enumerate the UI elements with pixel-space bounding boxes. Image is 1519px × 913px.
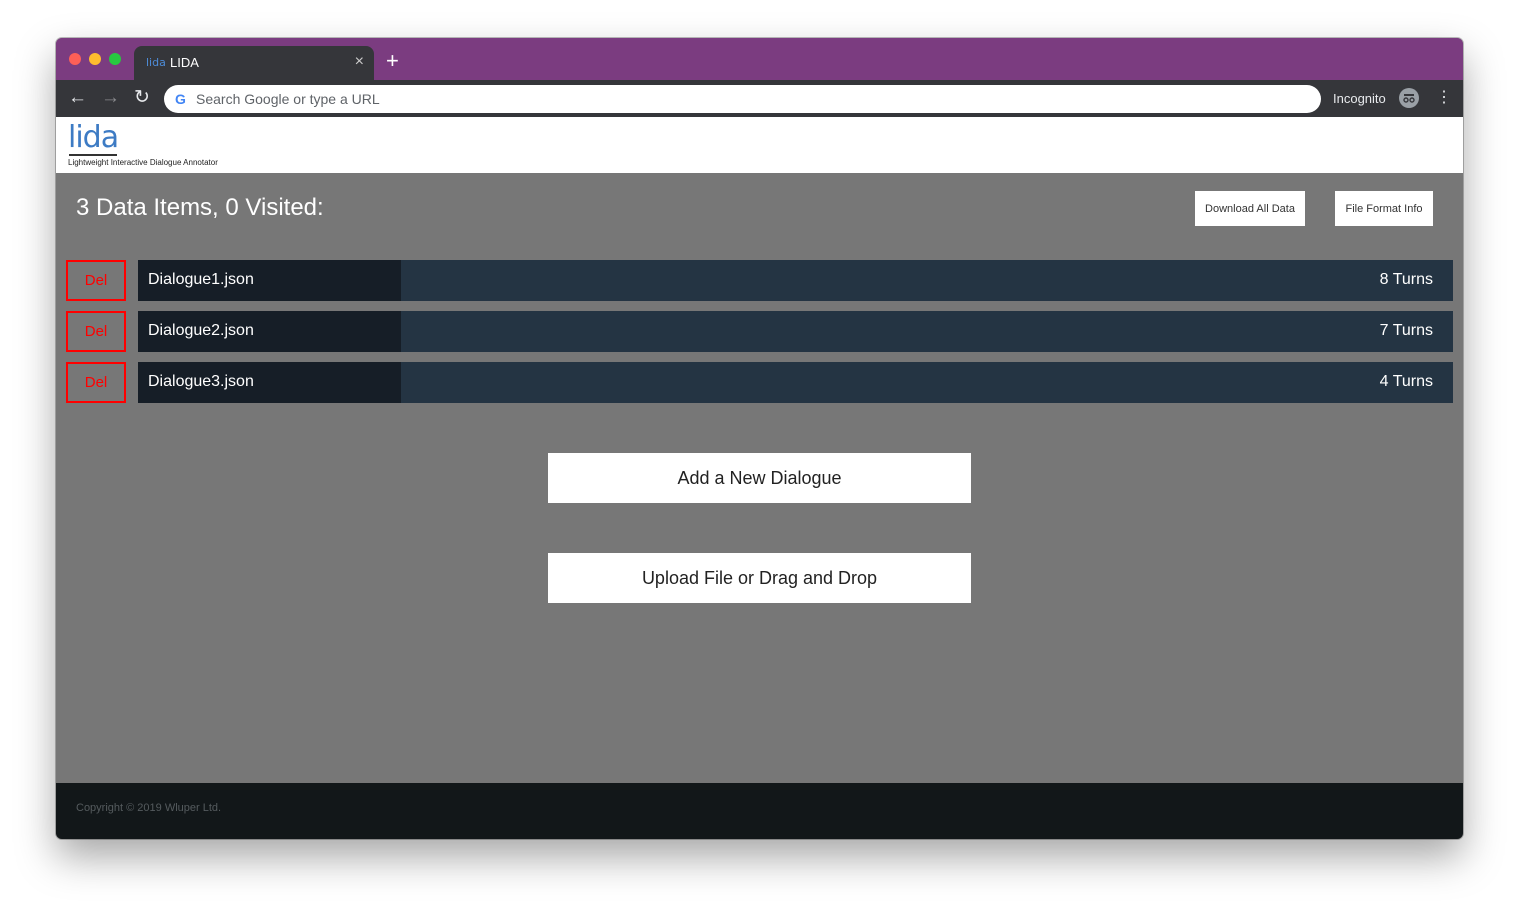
dialogue-name: Dialogue3.json <box>148 373 254 390</box>
list-item[interactable]: Del Dialogue1.json 8 Turns <box>66 260 1453 301</box>
new-tab-icon[interactable]: + <box>386 50 399 72</box>
delete-button[interactable]: Del <box>66 311 126 352</box>
lida-favicon-icon: lida <box>146 56 166 69</box>
omnibox[interactable]: G <box>164 85 1321 113</box>
back-arrow-icon[interactable]: ← <box>68 86 87 110</box>
incognito-glyph <box>1403 94 1415 103</box>
copyright-text: Copyright © 2019 Wluper Ltd. <box>76 802 222 814</box>
dialogue-bar[interactable]: Dialogue2.json 7 Turns <box>138 311 1453 352</box>
turn-count: 4 Turns <box>1379 373 1433 390</box>
list-item[interactable]: Del Dialogue3.json 4 Turns <box>66 362 1453 403</box>
tab-close-icon[interactable]: × <box>355 53 364 71</box>
dialogue-name: Dialogue2.json <box>148 322 254 339</box>
browser-window: lida LIDA × + ← → ↻ G Incognito ⋮ lida L… <box>56 38 1463 839</box>
incognito-icon[interactable] <box>1399 88 1419 108</box>
file-format-info-button[interactable]: File Format Info <box>1335 191 1433 226</box>
google-icon: G <box>175 91 186 107</box>
forward-arrow-icon[interactable]: → <box>101 86 120 110</box>
incognito-label: Incognito <box>1333 91 1386 106</box>
tab-strip: lida LIDA × + <box>56 38 1463 80</box>
minimize-window-icon[interactable] <box>89 53 101 65</box>
browser-menu-icon[interactable]: ⋮ <box>1436 88 1452 108</box>
dialogue-name-cell: Dialogue1.json <box>138 260 401 301</box>
logo-tagline: Lightweight Interactive Dialogue Annotat… <box>68 158 218 167</box>
maximize-window-icon[interactable] <box>109 53 121 65</box>
dialogue-name-cell: Dialogue3.json <box>138 362 401 403</box>
delete-button[interactable]: Del <box>66 260 126 301</box>
tab-title: LIDA <box>170 55 199 70</box>
dialogue-name: Dialogue1.json <box>148 271 254 288</box>
tab-lida[interactable]: lida LIDA × <box>134 46 374 80</box>
page-title: 3 Data Items, 0 Visited: <box>76 194 324 221</box>
add-dialogue-button[interactable]: Add a New Dialogue <box>548 453 971 503</box>
app-header: lida Lightweight Interactive Dialogue An… <box>56 117 1463 173</box>
lida-logo[interactable]: lida <box>68 121 119 155</box>
dialogue-bar[interactable]: Dialogue3.json 4 Turns <box>138 362 1453 403</box>
turn-count: 8 Turns <box>1379 271 1433 288</box>
dialogue-bar[interactable]: Dialogue1.json 8 Turns <box>138 260 1453 301</box>
upload-file-button[interactable]: Upload File or Drag and Drop <box>548 553 971 603</box>
list-item[interactable]: Del Dialogue2.json 7 Turns <box>66 311 1453 352</box>
dialogue-name-cell: Dialogue2.json <box>138 311 401 352</box>
browser-toolbar: ← → ↻ G Incognito ⋮ <box>56 80 1463 117</box>
main-content: 3 Data Items, 0 Visited: Download All Da… <box>56 173 1463 783</box>
footer: Copyright © 2019 Wluper Ltd. <box>56 783 1463 839</box>
reload-icon[interactable]: ↻ <box>134 86 150 110</box>
logo-underline <box>69 154 117 156</box>
address-input[interactable] <box>196 85 1296 113</box>
close-window-icon[interactable] <box>69 53 81 65</box>
delete-button[interactable]: Del <box>66 362 126 403</box>
download-all-data-button[interactable]: Download All Data <box>1195 191 1305 226</box>
turn-count: 7 Turns <box>1379 322 1433 339</box>
